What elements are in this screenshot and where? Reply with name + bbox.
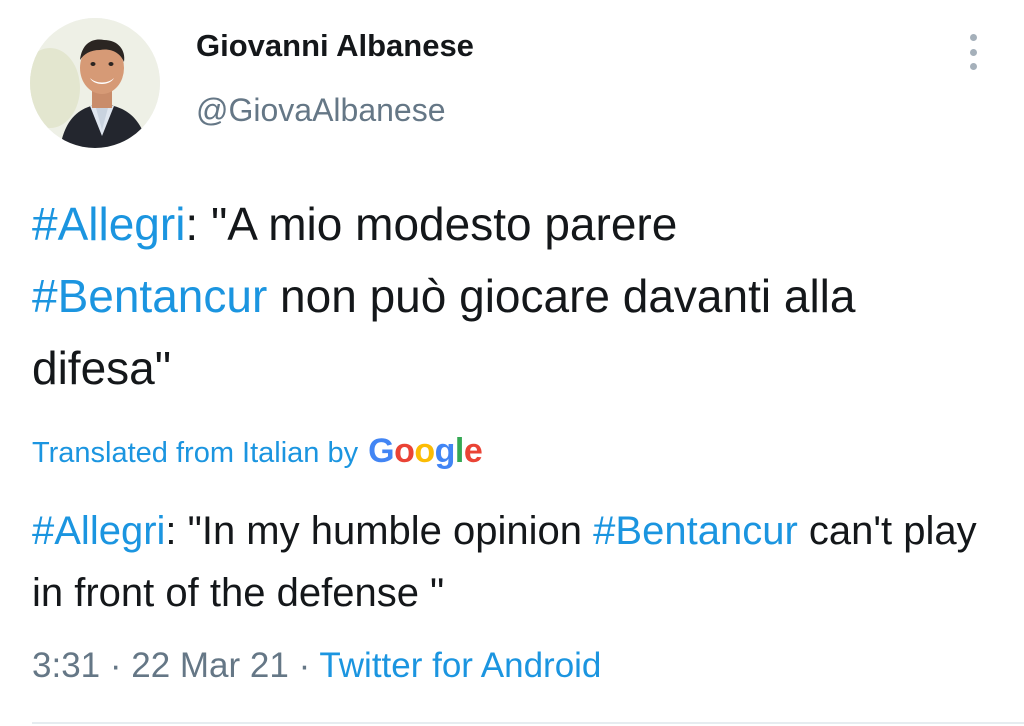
tweet-time[interactable]: 3:31: [32, 646, 100, 685]
avatar-image: [30, 18, 160, 148]
tweet-card: Giovanni Albanese @GiovaAlbanese #Allegr…: [0, 0, 1024, 726]
hashtag-bentancur[interactable]: #Bentancur: [593, 509, 798, 553]
tweet-header: Giovanni Albanese @GiovaAlbanese: [0, 0, 1024, 160]
meta-separator: ·: [298, 646, 311, 685]
more-vertical-icon[interactable]: [958, 32, 988, 72]
divider: [32, 722, 1024, 724]
translated-text-segment: : "In my humble opinion: [165, 509, 594, 553]
tweet-date[interactable]: 22 Mar 21: [131, 646, 289, 685]
avatar[interactable]: [30, 18, 160, 148]
tweet-meta: 3:31 · 22 Mar 21 · Twitter for Android: [32, 646, 601, 686]
display-name[interactable]: Giovanni Albanese: [196, 28, 474, 64]
dot: [969, 63, 977, 70]
translated-text: #Allegri: "In my humble opinion #Bentanc…: [32, 500, 992, 624]
hashtag-allegri[interactable]: #Allegri: [32, 198, 185, 250]
translation-attribution[interactable]: Translated from Italian by Google: [32, 432, 483, 471]
user-handle[interactable]: @GiovaAlbanese: [196, 92, 446, 129]
tweet-source[interactable]: Twitter for Android: [319, 646, 601, 685]
dot: [969, 48, 977, 56]
meta-separator: ·: [109, 646, 122, 685]
google-logo: Google: [368, 432, 483, 470]
hashtag-bentancur[interactable]: #Bentancur: [32, 270, 267, 322]
tweet-text: #Allegri: "A mio modesto parere #Bentanc…: [32, 188, 992, 404]
translated-label: Translated from Italian by: [32, 437, 359, 469]
hashtag-allegri[interactable]: #Allegri: [32, 509, 165, 553]
dot: [969, 34, 977, 41]
tweet-text-segment: : "A mio modesto parere: [185, 198, 678, 250]
